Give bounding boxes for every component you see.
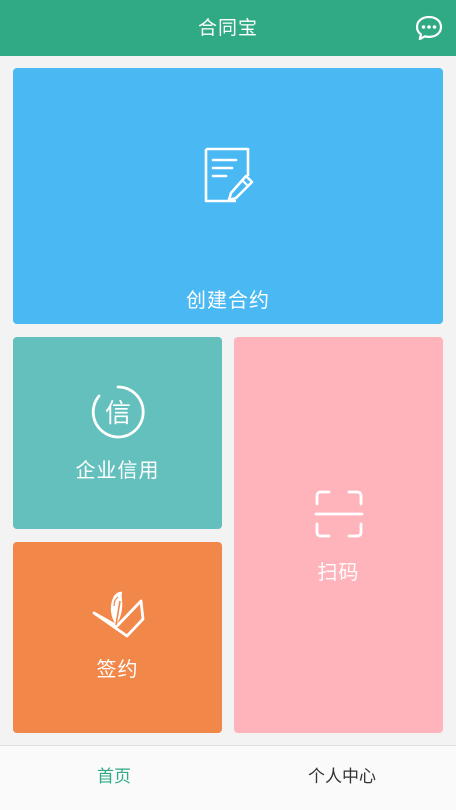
document-edit-icon	[204, 147, 254, 203]
chat-bubble-icon	[415, 15, 443, 41]
scan-tile[interactable]: 扫码	[234, 337, 443, 733]
tab-profile[interactable]: 个人中心	[228, 746, 456, 810]
bottom-tab-bar: 首页 个人中心	[0, 745, 456, 810]
create-contract-tile[interactable]: 创建合约	[13, 68, 443, 324]
scan-label: 扫码	[317, 560, 360, 584]
enterprise-credit-tile[interactable]: 信 企业信用	[13, 337, 222, 529]
header-bar: 合同宝	[0, 0, 456, 56]
tab-profile-label: 个人中心	[308, 767, 376, 787]
sign-tile[interactable]: 签约	[13, 542, 222, 733]
create-contract-label: 创建合约	[186, 288, 270, 312]
enterprise-credit-label: 企业信用	[75, 458, 160, 482]
app-screen: 合同宝 创建合约 信 企业信用 签约 扫码 首页 个人中心	[0, 0, 456, 810]
tab-home[interactable]: 首页	[0, 746, 228, 810]
credit-icon-glyph: 信	[104, 399, 130, 429]
page-title: 合同宝	[197, 17, 258, 39]
credit-seal-icon: 信	[91, 385, 145, 439]
quill-sign-icon	[92, 591, 144, 638]
sign-label: 签约	[96, 657, 139, 681]
scan-frame-icon	[314, 490, 363, 538]
chat-button[interactable]	[414, 14, 444, 42]
tab-home-label: 首页	[97, 767, 131, 787]
